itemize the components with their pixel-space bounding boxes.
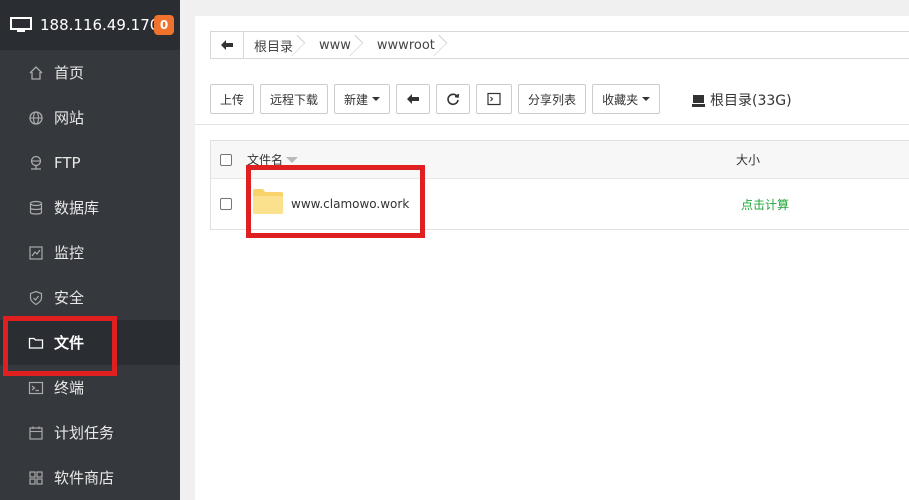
sidebar-item-cron[interactable]: 计划任务 <box>0 410 180 455</box>
table-header: 文件名 大小 <box>211 141 909 179</box>
column-name-label: 文件名 <box>247 153 284 167</box>
column-name-header[interactable]: 文件名 <box>247 151 299 168</box>
terminal-icon <box>28 381 44 394</box>
apps-grid-icon <box>29 470 43 485</box>
refresh-icon <box>447 93 460 106</box>
breadcrumb-www[interactable]: www <box>309 32 367 58</box>
new-label: 新建 <box>344 92 369 107</box>
calendar-icon <box>29 426 43 440</box>
globe-icon <box>29 110 43 125</box>
sidebar-item-website[interactable]: 网站 <box>0 95 180 140</box>
sidebar-item-label: 安全 <box>54 289 85 307</box>
new-dropdown-button[interactable]: 新建 <box>334 84 391 114</box>
caret-down-icon <box>642 97 651 101</box>
column-size-header: 大小 <box>736 153 761 167</box>
sidebar-item-label: 监控 <box>54 244 85 262</box>
monitor-chart-icon <box>29 245 43 260</box>
file-manager-panel: 根目录 www wwwroot 上传 远程下载 新建 分享列表 收藏夹 根目录(… <box>195 16 909 500</box>
disk-selector[interactable]: 根目录(33G) <box>692 90 792 110</box>
folder-icon <box>28 337 44 349</box>
sidebar-item-label: 计划任务 <box>54 424 115 442</box>
disk-label: 根目录(33G) <box>710 93 792 109</box>
sidebar: 188.116.49.170 0 首页 网站 FTP 数据库 监控 安全 文件 … <box>0 0 180 500</box>
terminal-icon <box>487 92 501 106</box>
sort-down-icon <box>286 156 299 163</box>
shield-icon <box>29 290 43 305</box>
sidebar-item-ftp[interactable]: FTP <box>0 140 180 185</box>
remote-download-button[interactable]: 远程下载 <box>260 84 329 114</box>
terminal-button[interactable] <box>476 84 513 114</box>
home-icon <box>29 65 43 80</box>
sidebar-item-label: 网站 <box>54 109 85 127</box>
select-all-checkbox[interactable] <box>220 153 232 166</box>
sidebar-item-files[interactable]: 文件 <box>0 320 180 365</box>
refresh-button[interactable] <box>436 84 471 114</box>
database-icon <box>29 200 43 215</box>
breadcrumb-wwwroot[interactable]: wwwroot <box>367 32 451 58</box>
path-breadcrumb: 根目录 www wwwroot <box>210 31 909 59</box>
sidebar-item-label: 终端 <box>54 379 85 397</box>
sidebar-item-label: 文件 <box>54 334 85 352</box>
favorites-label: 收藏夹 <box>602 92 639 107</box>
path-back-button[interactable] <box>211 32 244 58</box>
sidebar-item-database[interactable]: 数据库 <box>0 185 180 230</box>
notification-badge[interactable]: 0 <box>154 15 174 35</box>
back-button[interactable] <box>396 84 431 114</box>
server-ip: 188.116.49.170 <box>40 16 160 34</box>
table-row[interactable]: www.clamowo.work 点击计算 <box>211 179 909 229</box>
monitor-icon <box>10 17 32 32</box>
row-checkbox[interactable] <box>220 198 232 210</box>
hard-drive-icon <box>692 94 705 107</box>
sidebar-item-monitor[interactable]: 监控 <box>0 230 180 275</box>
share-list-button[interactable]: 分享列表 <box>518 84 587 114</box>
sidebar-item-home[interactable]: 首页 <box>0 50 180 95</box>
file-table: 文件名 大小 www.clamowo.work 点击计算 <box>210 140 909 230</box>
ftp-icon <box>30 155 42 170</box>
caret-down-icon <box>372 97 381 101</box>
divider <box>195 124 909 125</box>
favorites-dropdown-button[interactable]: 收藏夹 <box>592 84 661 114</box>
arrow-left-icon <box>407 94 420 104</box>
sidebar-item-app-store[interactable]: 软件商店 <box>0 455 180 500</box>
sidebar-item-label: 软件商店 <box>54 469 115 487</box>
folder-icon <box>253 189 283 214</box>
file-toolbar: 上传 远程下载 新建 分享列表 收藏夹 <box>210 84 666 114</box>
sidebar-item-terminal[interactable]: 终端 <box>0 365 180 410</box>
breadcrumb-root[interactable]: 根目录 <box>244 32 309 58</box>
file-name-link[interactable]: www.clamowo.work <box>291 197 409 211</box>
arrow-left-icon <box>221 40 233 50</box>
sidebar-item-label: 首页 <box>54 64 85 82</box>
sidebar-nav: 首页 网站 FTP 数据库 监控 安全 文件 终端 计划任务 软件商店 <box>0 50 180 500</box>
sidebar-item-label: FTP <box>54 153 81 172</box>
calculate-size-link[interactable]: 点击计算 <box>741 196 789 213</box>
upload-button[interactable]: 上传 <box>210 84 255 114</box>
sidebar-item-label: 数据库 <box>54 199 100 217</box>
server-header[interactable]: 188.116.49.170 <box>0 0 180 50</box>
sidebar-item-security[interactable]: 安全 <box>0 275 180 320</box>
